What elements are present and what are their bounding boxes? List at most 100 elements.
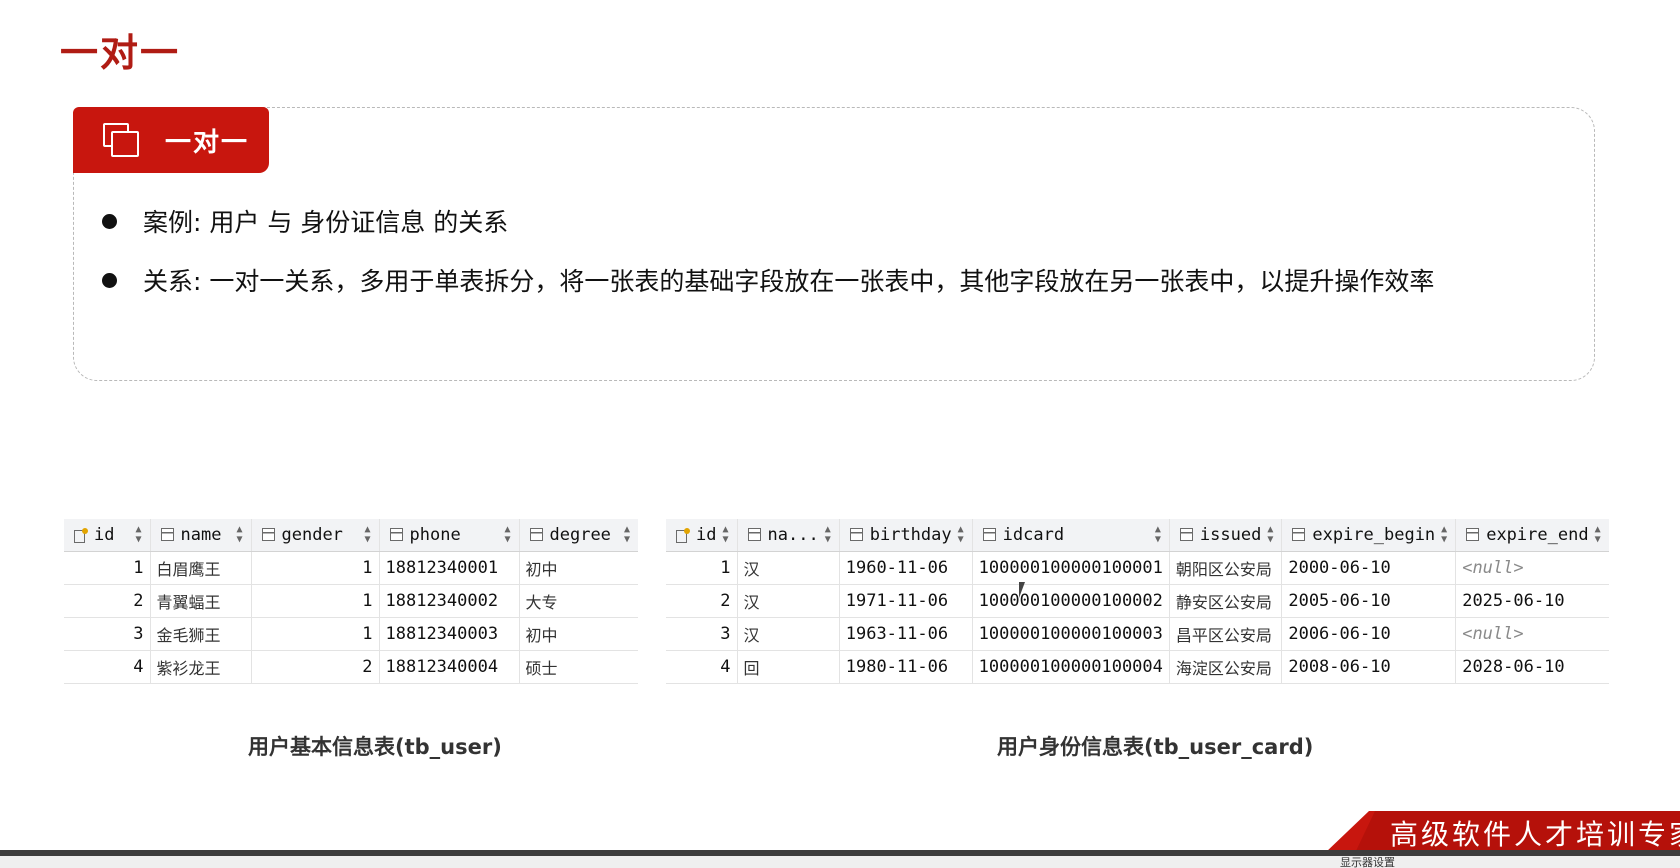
cell-expire-begin[interactable]: 2008-06-10 xyxy=(1281,650,1457,684)
table-row[interactable]: 1 白眉鹰王 1 18812340001 初中 xyxy=(64,551,638,585)
cell-id[interactable]: 3 xyxy=(666,617,738,651)
column-icon xyxy=(1466,528,1480,542)
tb-user-table: id ▲ ▼ name ▲ ▼ gender ▲ ▼ phone ▲ ▼ degree ▲ ▼ 1 … xyxy=(64,519,638,684)
cell-id[interactable]: 2 xyxy=(666,584,738,618)
cell-birthday[interactable]: 1963-11-06 xyxy=(839,617,973,651)
cell-birthday[interactable]: 1971-11-06 xyxy=(839,584,973,618)
cell-id[interactable]: 1 xyxy=(666,551,738,585)
tb-user-card-caption: 用户身份信息表(tb_user_card) xyxy=(997,735,1314,759)
cell-issued[interactable]: 静安区公安局 xyxy=(1169,584,1283,618)
column-icon xyxy=(389,528,403,542)
copy-icon xyxy=(103,123,139,157)
column-header-label: issued xyxy=(1199,524,1262,545)
cell-id[interactable]: 3 xyxy=(64,617,151,651)
cell-expire-begin[interactable]: 2005-06-10 xyxy=(1281,584,1457,618)
bullet-dot xyxy=(102,272,117,288)
sort-icon[interactable]: ▲ ▼ xyxy=(1267,524,1273,545)
cell-phone[interactable]: 18812340002 xyxy=(379,584,520,618)
column-header-birthday[interactable]: birthday ▲ ▼ xyxy=(839,519,973,552)
column-header-gender[interactable]: gender ▲ ▼ xyxy=(251,519,380,552)
tb-user-caption: 用户基本信息表(tb_user) xyxy=(248,735,502,759)
sort-icon[interactable]: ▲ ▼ xyxy=(825,524,831,545)
sort-icon[interactable]: ▲ ▼ xyxy=(958,524,964,545)
table-row[interactable]: 3 金毛狮王 1 18812340003 初中 xyxy=(64,617,638,651)
sort-icon[interactable]: ▲ ▼ xyxy=(135,524,141,545)
column-icon xyxy=(261,528,275,542)
cell-degree[interactable]: 初中 xyxy=(519,617,638,651)
cell-name[interactable]: 青翼蝠王 xyxy=(150,584,252,618)
cell-expire-end[interactable]: 2025-06-10 xyxy=(1455,584,1609,618)
sort-icon[interactable]: ▲ ▼ xyxy=(504,524,510,545)
cell-name[interactable]: 金毛狮王 xyxy=(150,617,252,651)
cell-phone[interactable]: 18812340004 xyxy=(379,650,520,684)
cell-birthday[interactable]: 1960-11-06 xyxy=(839,551,973,585)
sort-icon[interactable]: ▲ ▼ xyxy=(624,524,630,545)
cell-idcard[interactable]: 100000100000100001 xyxy=(972,551,1170,585)
column-header-expire-begin[interactable]: expire_begin ▲ ▼ xyxy=(1281,519,1457,552)
sort-icon[interactable]: ▲ ▼ xyxy=(1155,524,1161,545)
bullet-relation: 关系: 一对一关系，多用于单表拆分，将一张表的基础字段放在一张表中，其他字段放在… xyxy=(102,262,1434,298)
table-row[interactable]: 2 青翼蝠王 1 18812340002 大专 xyxy=(64,584,638,618)
cell-phone[interactable]: 18812340003 xyxy=(379,617,520,651)
column-header-issued[interactable]: issued ▲ ▼ xyxy=(1169,519,1283,552)
column-header-expire-end[interactable]: expire_end ▲ ▼ xyxy=(1455,519,1609,552)
cell-degree[interactable]: 硕士 xyxy=(519,650,638,684)
cell-nationality[interactable]: 回 xyxy=(737,650,840,684)
sort-icon[interactable]: ▲ ▼ xyxy=(1595,524,1601,545)
cell-nationality[interactable]: 汉 xyxy=(737,617,840,651)
cell-nationality[interactable]: 汉 xyxy=(737,584,840,618)
column-icon xyxy=(1179,528,1193,542)
cell-degree[interactable]: 大专 xyxy=(519,584,638,618)
cell-phone[interactable]: 18812340001 xyxy=(379,551,520,585)
column-header-phone[interactable]: phone ▲ ▼ xyxy=(379,519,520,552)
column-header-idcard[interactable]: idcard ▲ ▼ xyxy=(972,519,1170,552)
cell-id[interactable]: 4 xyxy=(666,650,738,684)
table-row[interactable]: 4 紫衫龙王 2 18812340004 硕士 xyxy=(64,650,638,684)
cell-name[interactable]: 白眉鹰王 xyxy=(150,551,252,585)
cell-gender[interactable]: 1 xyxy=(251,551,380,585)
cell-id[interactable]: 2 xyxy=(64,584,151,618)
column-header-label: degree xyxy=(549,524,611,545)
cell-idcard[interactable]: 100000100000100003 xyxy=(972,617,1170,651)
cell-name[interactable]: 紫衫龙王 xyxy=(150,650,252,684)
table-header-row: id ▲ ▼ na... ▲ ▼ birthday ▲ ▼ idcard ▲ ▼ issued ▲… xyxy=(666,519,1609,552)
cell-degree[interactable]: 初中 xyxy=(519,551,638,585)
table-row[interactable]: 1 汉 1960-11-06 100000100000100001 朝阳区公安局… xyxy=(666,551,1609,585)
card-tab-label: 一对一 xyxy=(165,127,250,158)
cell-idcard[interactable]: 100000100000100002 xyxy=(972,584,1170,618)
primary-key-icon xyxy=(74,527,88,543)
column-header-label: birthday xyxy=(869,524,952,545)
cell-expire-begin[interactable]: 2000-06-10 xyxy=(1281,551,1457,585)
cell-birthday[interactable]: 1980-11-06 xyxy=(839,650,973,684)
cell-expire-begin[interactable]: 2006-06-10 xyxy=(1281,617,1457,651)
cell-expire-end[interactable]: <null> xyxy=(1455,551,1609,585)
cell-expire-end[interactable]: <null> xyxy=(1455,617,1609,651)
table-row[interactable]: 4 回 1980-11-06 100000100000100004 海淀区公安局… xyxy=(666,650,1609,684)
brand-slogan: 高级软件人才培训专家 xyxy=(1390,818,1680,851)
column-header-name[interactable]: name ▲ ▼ xyxy=(150,519,252,552)
column-header-nationality[interactable]: na... ▲ ▼ xyxy=(737,519,840,552)
table-row[interactable]: 2 汉 1971-11-06 100000100000100002 静安区公安局… xyxy=(666,584,1609,618)
column-header-degree[interactable]: degree ▲ ▼ xyxy=(519,519,638,552)
column-header-id[interactable]: id ▲ ▼ xyxy=(64,519,151,552)
cell-issued[interactable]: 昌平区公安局 xyxy=(1169,617,1283,651)
column-icon xyxy=(1292,528,1306,542)
cell-gender[interactable]: 1 xyxy=(251,617,380,651)
cell-gender[interactable]: 2 xyxy=(251,650,380,684)
cell-issued[interactable]: 海淀区公安局 xyxy=(1169,650,1283,684)
cell-expire-end[interactable]: 2028-06-10 xyxy=(1455,650,1609,684)
column-header-label: gender xyxy=(281,524,343,545)
column-header-id[interactable]: id ▲ ▼ xyxy=(666,519,738,552)
cell-id[interactable]: 4 xyxy=(64,650,151,684)
table-row[interactable]: 3 汉 1963-11-06 100000100000100003 昌平区公安局… xyxy=(666,617,1609,651)
cell-nationality[interactable]: 汉 xyxy=(737,551,840,585)
sort-icon[interactable]: ▲ ▼ xyxy=(364,524,370,545)
cell-id[interactable]: 1 xyxy=(64,551,151,585)
cell-gender[interactable]: 1 xyxy=(251,584,380,618)
sort-icon[interactable]: ▲ ▼ xyxy=(236,524,242,545)
cell-idcard[interactable]: 100000100000100004 xyxy=(972,650,1170,684)
sort-icon[interactable]: ▲ ▼ xyxy=(1441,524,1447,545)
cell-issued[interactable]: 朝阳区公安局 xyxy=(1169,551,1283,585)
sort-icon[interactable]: ▲ ▼ xyxy=(722,524,728,545)
taskbar-display-settings[interactable]: 显示器设置 xyxy=(1340,857,1395,868)
